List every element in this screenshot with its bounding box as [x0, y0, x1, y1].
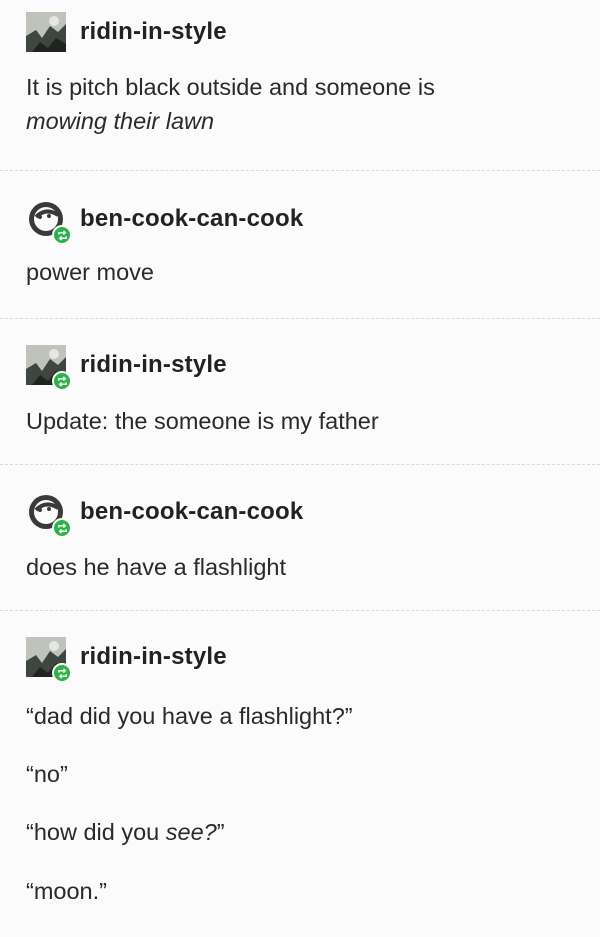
- quote-3-prefix: “how did you: [26, 819, 166, 845]
- post-text-italic: mowing their lawn: [26, 108, 215, 135]
- post-1: ridin-in-style It is pitch black outside…: [0, 0, 600, 170]
- post-text: “moon.”: [26, 878, 107, 904]
- post-text: “no”: [26, 761, 68, 787]
- post-4: ben-cook-can-cook does he have a flashli…: [0, 465, 600, 610]
- post-5: ridin-in-style “dad did you have a flash…: [0, 611, 600, 937]
- quote-4: “moon.”: [26, 874, 107, 908]
- post-3-body: Update: the someone is my father: [26, 404, 379, 438]
- avatar-ridin-in-style[interactable]: [26, 12, 66, 52]
- quote-1: “dad did you have a flashlight?”: [26, 699, 353, 733]
- username[interactable]: ridin-in-style: [80, 18, 227, 46]
- reblog-icon: [52, 518, 72, 538]
- post-text: “how did you see?”: [26, 815, 225, 849]
- reblog-icon: [52, 371, 72, 391]
- quote-2: “no”: [26, 757, 68, 791]
- post-text: Update: the someone is my father: [26, 408, 379, 434]
- post-5-header: ridin-in-style: [26, 637, 227, 683]
- quote-3: “how did you see?”: [26, 815, 225, 849]
- post-text: It is pitch black outside and someone is: [26, 74, 435, 100]
- username[interactable]: ridin-in-style: [80, 351, 227, 379]
- post-3: ridin-in-style Update: the someone is my…: [0, 319, 600, 464]
- post-text: power move: [26, 259, 154, 285]
- post-1-body: It is pitch black outside and someone is…: [26, 70, 435, 138]
- post-1-header: ridin-in-style: [26, 12, 227, 52]
- username[interactable]: ben-cook-can-cook: [80, 205, 303, 233]
- post-3-header: ridin-in-style: [26, 345, 227, 391]
- post-2-body: power move: [26, 255, 154, 289]
- avatar-ridin-in-style[interactable]: [26, 637, 72, 683]
- quote-3-suffix: ”: [216, 819, 225, 845]
- post-text: does he have a flashlight: [26, 554, 286, 580]
- avatar-image: [26, 12, 66, 52]
- post-4-header: ben-cook-can-cook: [26, 492, 303, 538]
- post-4-body: does he have a flashlight: [26, 550, 286, 584]
- reblog-icon: [52, 663, 72, 683]
- reblog-icon: [52, 225, 72, 245]
- post-2: ben-cook-can-cook power move: [0, 171, 600, 318]
- avatar-ben-cook-can-cook[interactable]: [26, 492, 72, 538]
- post-text: “dad did you have a flashlight?”: [26, 703, 353, 729]
- quote-3-italic: see?: [165, 819, 217, 845]
- post-2-header: ben-cook-can-cook: [26, 199, 303, 245]
- avatar-ridin-in-style[interactable]: [26, 345, 72, 391]
- avatar-ben-cook-can-cook[interactable]: [26, 199, 72, 245]
- username[interactable]: ridin-in-style: [80, 643, 227, 671]
- username[interactable]: ben-cook-can-cook: [80, 498, 303, 526]
